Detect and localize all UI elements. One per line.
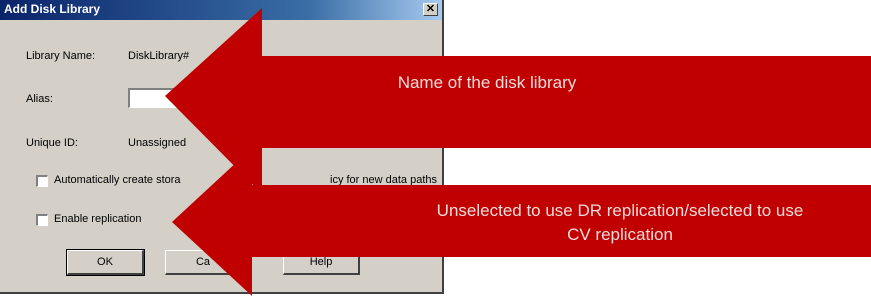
top-callout-text: Name of the disk library	[262, 72, 712, 94]
bottom-arrow-shape	[172, 148, 871, 296]
bottom-callout-line-2: CV replication	[375, 224, 865, 246]
callout-arrows	[165, 8, 871, 296]
bottom-callout-line-1: Unselected to use DR replication/selecte…	[375, 200, 865, 222]
top-arrow-shape	[165, 8, 871, 194]
